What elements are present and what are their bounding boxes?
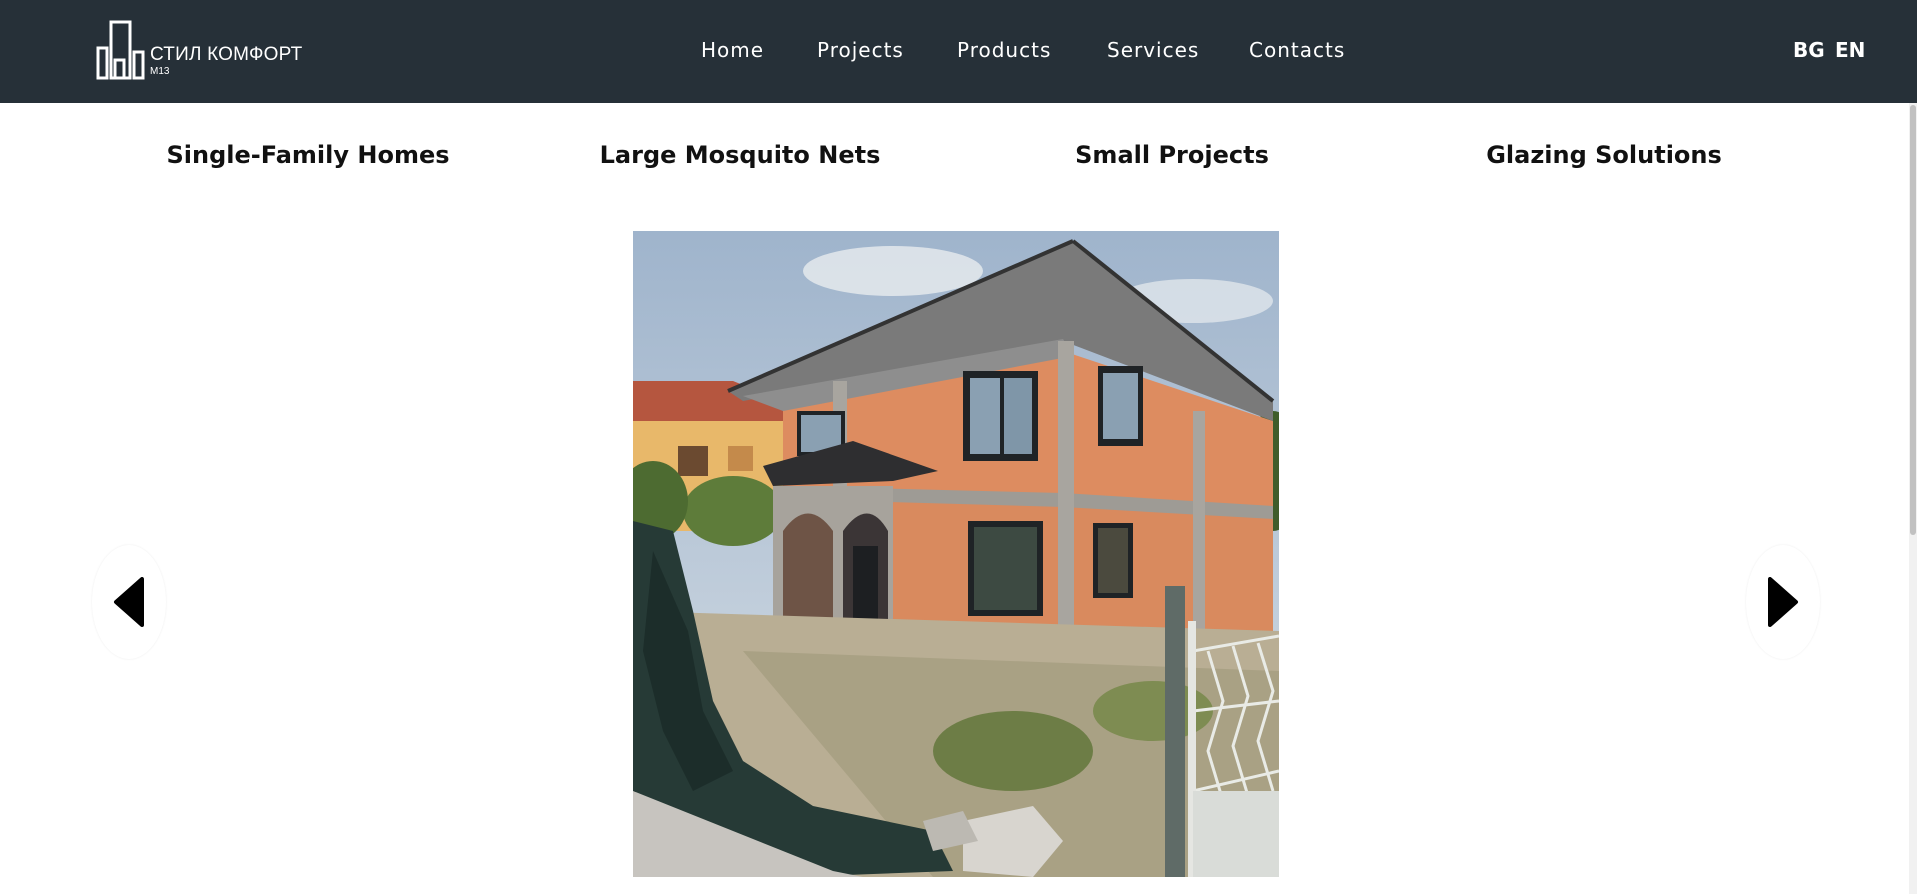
nav-projects[interactable]: Projects — [817, 38, 904, 62]
slider-prev-button[interactable] — [92, 545, 166, 659]
project-categories: Single-Family Homes Large Mosquito Nets … — [0, 103, 1917, 203]
page-scrollbar[interactable] — [1909, 103, 1917, 894]
triangle-left-icon — [114, 577, 144, 627]
nav-services[interactable]: Services — [1107, 38, 1199, 62]
nav-home[interactable]: Home — [701, 38, 764, 62]
lang-en[interactable]: EN — [1835, 38, 1865, 62]
category-large-mosquito-nets[interactable]: Large Mosquito Nets — [600, 141, 881, 169]
main-nav: Home Projects Products Services Contacts… — [0, 0, 1917, 103]
scrollbar-thumb[interactable] — [1910, 105, 1916, 535]
slider-next-button[interactable] — [1746, 545, 1820, 659]
triangle-right-icon — [1768, 577, 1798, 627]
lang-bg[interactable]: BG — [1793, 38, 1825, 62]
house-under-construction-photo — [633, 231, 1279, 877]
category-small-projects[interactable]: Small Projects — [1075, 141, 1269, 169]
nav-products[interactable]: Products — [957, 38, 1051, 62]
nav-contacts[interactable]: Contacts — [1249, 38, 1345, 62]
category-single-family-homes[interactable]: Single-Family Homes — [166, 141, 449, 169]
category-glazing-solutions[interactable]: Glazing Solutions — [1486, 141, 1722, 169]
site-header: СТИЛ КОМФОРТ M13 Home Projects Products … — [0, 0, 1917, 103]
